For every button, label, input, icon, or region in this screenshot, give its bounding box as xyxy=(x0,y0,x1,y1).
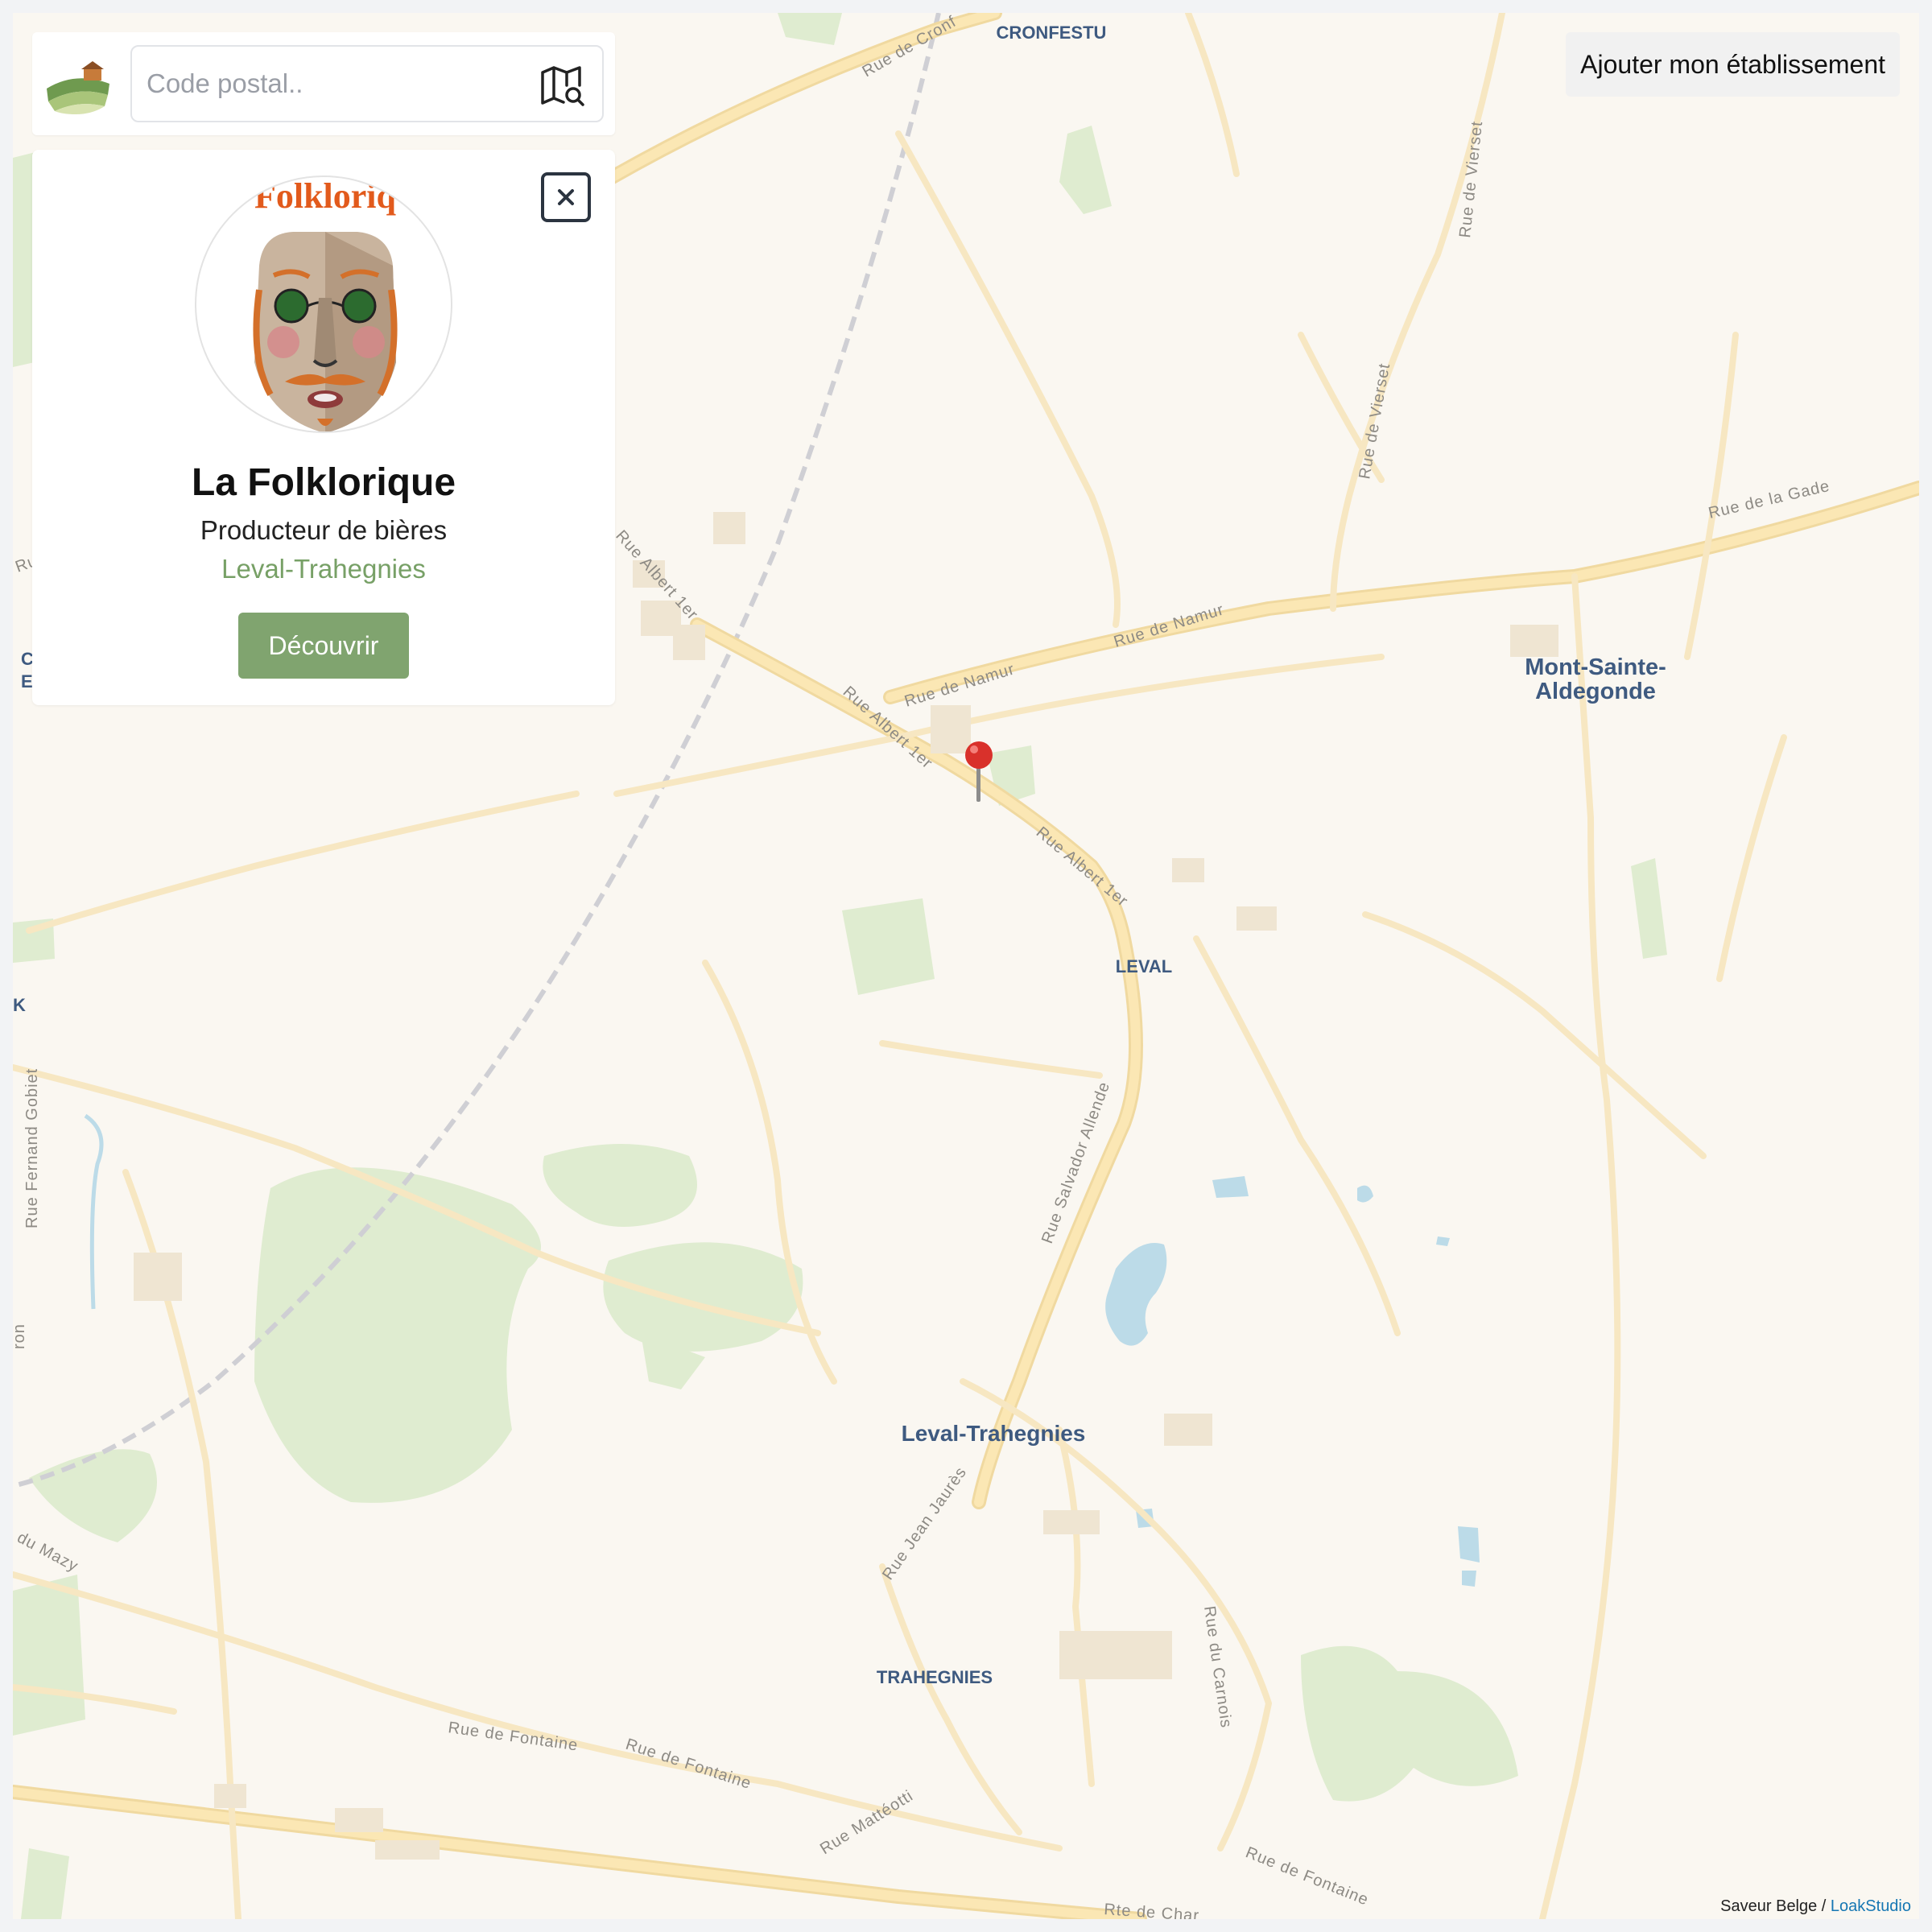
street-label-rue-de-vierset-2: Rue de Vierset xyxy=(1356,361,1393,481)
place-label-edge-e: E xyxy=(21,671,33,691)
place-label-trahegnies: TRAHEGNIES xyxy=(877,1667,993,1687)
avatar-logo-text: Folkloriq xyxy=(254,177,397,216)
producer-name: La Folklorique xyxy=(191,461,456,504)
app-root: CRONFESTU Mont-Sainte- Aldegonde LEVAL L… xyxy=(0,0,1932,1932)
search-panel xyxy=(32,32,615,135)
map-attribution: Saveur Belge / LoakStudio xyxy=(1720,1897,1911,1916)
attribution-text: Saveur Belge / xyxy=(1720,1897,1831,1915)
add-establishment-button[interactable]: Ajouter mon établissement xyxy=(1566,32,1900,97)
place-label-cronfestu: CRONFESTU xyxy=(997,23,1107,43)
brand-logo-icon xyxy=(47,61,109,114)
producer-location: Leval-Trahegnies xyxy=(221,554,426,584)
close-card-button[interactable] xyxy=(541,172,591,222)
close-icon xyxy=(558,189,574,205)
producer-category: Producteur de bières xyxy=(200,515,448,545)
folklore-mask-logo: Folkloriq xyxy=(253,177,398,431)
postal-code-input[interactable] xyxy=(130,45,604,122)
street-label-rue-albert-3: Rue Albert 1er xyxy=(1033,824,1132,910)
discover-button[interactable]: Découvrir xyxy=(238,613,409,679)
street-label-rue-jean-jaures: Rue Jean Jaurès xyxy=(879,1463,970,1583)
place-label-mont-sainte-aldegonde-line2: Aldegonde xyxy=(1535,679,1656,704)
producer-avatar: Folkloriq xyxy=(195,175,452,433)
producer-card: Folkloriq La Folklorique Producteur de b… xyxy=(32,150,615,705)
street-label-rue-de-fontaine-3: Rue de Fontaine xyxy=(1243,1843,1371,1909)
street-label-rue-du-mazy: du Mazy xyxy=(14,1529,81,1575)
street-label-rte-de-charleroi: Rte de Char xyxy=(1104,1901,1200,1919)
place-label-edge-k: K xyxy=(13,995,26,1015)
street-label-rue-fernand-gobiet: Rue Fernand Gobiet xyxy=(23,1068,41,1228)
place-label-leval: LEVAL xyxy=(1116,956,1172,976)
place-label-mont-sainte-aldegonde-line1: Mont-Sainte- xyxy=(1525,654,1666,680)
place-label-leval-trahegnies: Leval-Trahegnies xyxy=(902,1421,1086,1446)
street-label-rue-de-fontaine-1: Rue de Fontaine xyxy=(447,1719,579,1754)
street-label-rue-de-fontaine-2: Rue de Fontaine xyxy=(623,1736,753,1793)
street-label-edge-ron: ron xyxy=(13,1323,28,1349)
attribution-link[interactable]: LoakStudio xyxy=(1831,1897,1911,1915)
map-search-icon[interactable] xyxy=(539,63,584,108)
